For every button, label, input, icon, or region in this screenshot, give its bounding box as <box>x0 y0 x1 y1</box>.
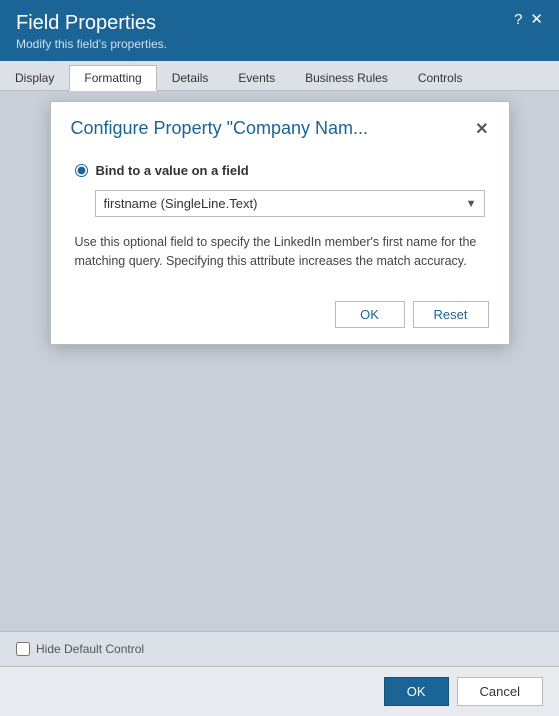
panel-header-icons: ? ✕ <box>514 12 543 27</box>
panel-title: Field Properties <box>16 12 167 35</box>
tab-events[interactable]: Events <box>223 65 290 91</box>
close-icon[interactable]: ✕ <box>530 12 543 27</box>
modal-reset-button[interactable]: Reset <box>413 301 489 328</box>
tab-controls[interactable]: Controls <box>403 65 478 91</box>
tab-formatting[interactable]: Formatting <box>69 65 156 91</box>
bottom-bar: Hide Default Control <box>0 631 559 666</box>
field-select-wrapper: firstname (SingleLine.Text) lastname (Si… <box>95 190 485 217</box>
modal-close-button[interactable]: ✕ <box>475 119 488 139</box>
panel-subtitle: Modify this field's properties. <box>16 37 167 51</box>
tab-business-rules[interactable]: Business Rules <box>290 65 403 91</box>
panel-header: Field Properties Modify this field's pro… <box>0 0 559 61</box>
bind-to-field-radio[interactable] <box>75 164 88 177</box>
panel-header-text: Field Properties Modify this field's pro… <box>16 12 167 51</box>
description-text: Use this optional field to specify the L… <box>75 233 485 271</box>
hide-default-row: Hide Default Control <box>16 642 543 656</box>
tab-display[interactable]: Display <box>0 65 69 91</box>
tab-details[interactable]: Details <box>157 65 224 91</box>
modal-title: Configure Property "Company Nam... <box>71 118 369 139</box>
configure-property-modal: Configure Property "Company Nam... ✕ Bin… <box>50 101 510 345</box>
panel-footer: OK Cancel <box>0 666 559 716</box>
modal-header: Configure Property "Company Nam... ✕ <box>51 102 509 147</box>
footer-cancel-button[interactable]: Cancel <box>457 677 543 706</box>
modal-footer: OK Reset <box>51 291 509 344</box>
modal-ok-button[interactable]: OK <box>335 301 405 328</box>
hide-default-checkbox[interactable] <box>16 642 30 656</box>
help-icon[interactable]: ? <box>514 12 522 27</box>
tabs-bar: Display Formatting Details Events Busine… <box>0 61 559 91</box>
bind-to-field-label: Bind to a value on a field <box>96 163 249 178</box>
footer-ok-button[interactable]: OK <box>384 677 449 706</box>
modal-body: Bind to a value on a field firstname (Si… <box>51 147 509 291</box>
field-properties-panel: Field Properties Modify this field's pro… <box>0 0 559 716</box>
field-select[interactable]: firstname (SingleLine.Text) lastname (Si… <box>95 190 485 217</box>
radio-group: Bind to a value on a field <box>75 163 485 178</box>
main-content: Configure Property "Company Nam... ✕ Bin… <box>0 91 559 631</box>
modal-overlay: Configure Property "Company Nam... ✕ Bin… <box>0 91 559 631</box>
hide-default-label: Hide Default Control <box>36 642 144 656</box>
